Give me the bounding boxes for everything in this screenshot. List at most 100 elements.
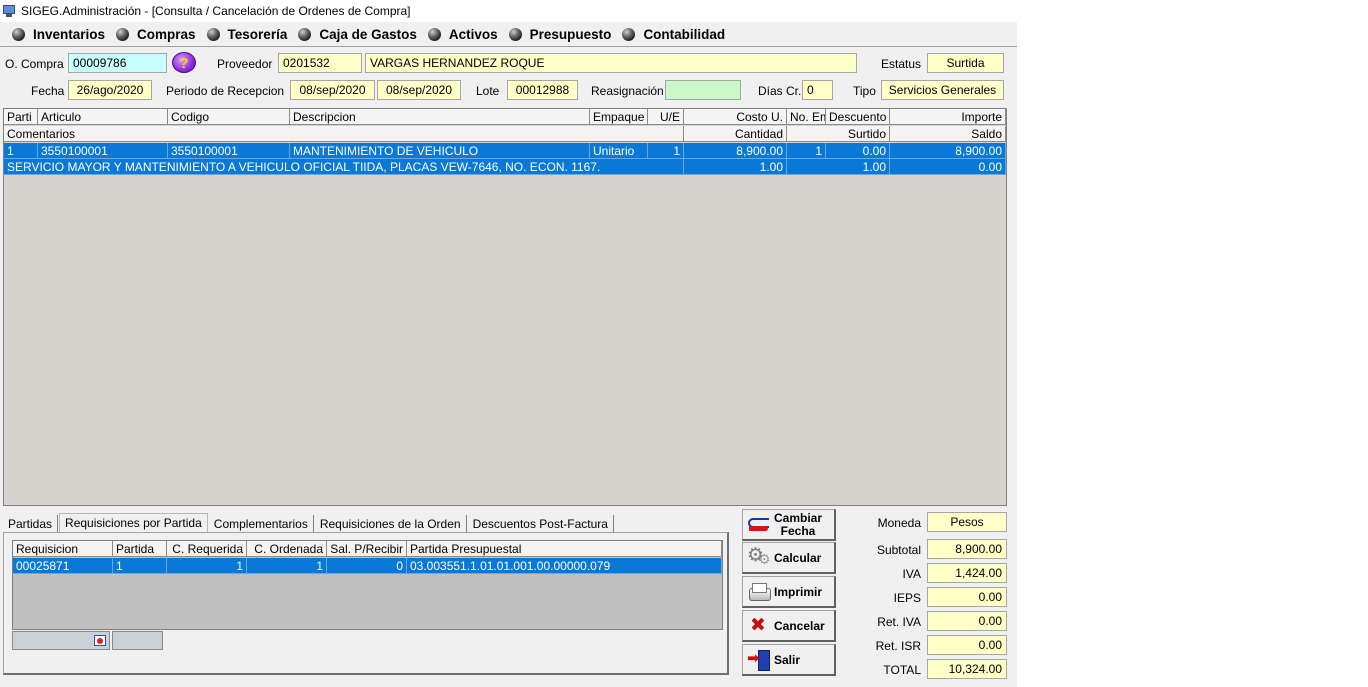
col-header-req-partida[interactable]: Partida	[113, 541, 167, 557]
col-header-saldo[interactable]: Saldo	[890, 126, 1006, 142]
cell-codigo: 3550100001	[168, 143, 290, 159]
fecha-label: Fecha	[31, 84, 65, 98]
col-header-ue[interactable]: U/E	[648, 109, 684, 125]
periodo-recepcion-label: Periodo de Recepcion	[166, 84, 285, 98]
moneda-field: Pesos	[927, 512, 1007, 532]
calcular-button[interactable]: Calcular	[742, 542, 836, 574]
proveedor-code-field[interactable]: 0201532	[278, 53, 362, 73]
proveedor-label: Proveedor	[217, 57, 273, 71]
title-bar: SIGEG.Administración - [Consulta / Cance…	[0, 0, 1017, 22]
imprimir-label: Imprimir	[774, 584, 823, 599]
tab-complementarios[interactable]: Complementarios	[209, 515, 314, 533]
tab-panel: Requisicion Partida C. Requerida C. Orde…	[3, 532, 729, 675]
grid-header-row: Parti Articulo Codigo Descripcion Empaqu…	[4, 109, 1006, 125]
table-row[interactable]: 1 3550100001 3550100001 MANTENIMIENTO DE…	[4, 143, 1006, 159]
col-header-partida-presupuestal[interactable]: Partida Presupuestal	[407, 541, 722, 557]
app-window: SIGEG.Administración - [Consulta / Cance…	[0, 0, 1017, 687]
menu-bullet-icon	[508, 28, 522, 41]
cell-saldo: 0.00	[890, 159, 1006, 175]
col-header-c-ordenada[interactable]: C. Ordenada	[247, 541, 327, 557]
cell-comentarios: SERVICIO MAYOR Y MANTENIMIENTO A VEHICUL…	[4, 159, 684, 175]
menu-compras[interactable]: Compras	[116, 27, 196, 42]
cell-c-ordenada: 1	[247, 558, 327, 574]
menu-bullet-icon	[427, 28, 441, 41]
imprimir-button[interactable]: Imprimir	[742, 576, 836, 608]
col-header-sal-recibir[interactable]: Sal. P/Recibir	[327, 541, 407, 557]
menu-bullet-icon	[116, 28, 130, 41]
menu-caja-de-gastos[interactable]: Caja de Gastos	[298, 27, 417, 42]
menu-inventarios[interactable]: Inventarios	[12, 27, 105, 42]
menu-contabilidad[interactable]: Contabilidad	[622, 27, 725, 42]
grid-header-row-2: Comentarios Cantidad Surtido Saldo	[4, 126, 1006, 142]
col-header-comentarios[interactable]: Comentarios	[4, 126, 684, 142]
tipo-label: Tipo	[853, 84, 876, 98]
col-header-no-emp[interactable]: No. Emp.	[787, 109, 826, 125]
help-icon[interactable]: ?	[172, 52, 196, 73]
col-header-descuento[interactable]: Descuento	[826, 109, 890, 125]
tab-partidas[interactable]: Partidas	[3, 515, 59, 533]
menu-bullet-icon	[622, 28, 636, 41]
cambiar-fecha-button[interactable]: Cambiar Fecha	[742, 509, 836, 541]
req-header-row: Requisicion Partida C. Requerida C. Orde…	[13, 541, 722, 557]
dias-credito-label: Días Cr.	[758, 84, 802, 98]
ret-isr-field: 0.00	[927, 635, 1007, 655]
col-header-importe[interactable]: Importe	[890, 109, 1006, 125]
menu-tesoreria[interactable]: Tesorería	[206, 27, 287, 42]
col-header-descripcion[interactable]: Descripcion	[290, 109, 590, 125]
cell-sal-recibir: 0	[327, 558, 407, 574]
ret-isr-label: Ret. ISR	[875, 639, 921, 653]
requisiciones-grid[interactable]: Requisicion Partida C. Requerida C. Orde…	[12, 540, 723, 630]
col-header-codigo[interactable]: Codigo	[168, 109, 290, 125]
items-grid[interactable]: Parti Articulo Codigo Descripcion Empaqu…	[3, 108, 1007, 506]
col-header-cantidad[interactable]: Cantidad	[684, 126, 787, 142]
cancelar-button[interactable]: Cancelar	[742, 610, 836, 642]
subtotal-label: Subtotal	[876, 543, 921, 557]
col-header-partida[interactable]: Parti	[4, 109, 38, 125]
gears-icon	[747, 544, 771, 569]
table-row[interactable]: 00025871 1 1 1 0 03.003551.1.01.01.001.0…	[13, 558, 722, 574]
tipo-field: Servicios Generales	[881, 80, 1004, 100]
col-header-c-requerida[interactable]: C. Requerida	[167, 541, 247, 557]
menu-presupuesto[interactable]: Presupuesto	[508, 27, 611, 42]
fecha-field: 26/ago/2020	[68, 80, 152, 100]
computer-icon	[2, 4, 16, 18]
periodo-hasta-field: 08/sep/2020	[377, 80, 461, 100]
total-field: 10,324.00	[927, 659, 1007, 679]
cell-importe: 8,900.00	[890, 143, 1006, 159]
tab-requisiciones-de-la-orden[interactable]: Requisiciones de la Orden	[315, 515, 467, 533]
cell-ue: 1	[648, 143, 684, 159]
status-panel	[12, 631, 110, 650]
col-header-articulo[interactable]: Articulo	[38, 109, 168, 125]
cell-c-requerida: 1	[167, 558, 247, 574]
ret-iva-label: Ret. IVA	[877, 615, 921, 629]
record-icon[interactable]	[94, 635, 106, 646]
cell-surtido: 1.00	[787, 159, 890, 175]
iva-label: IVA	[902, 567, 921, 581]
cancelar-label: Cancelar	[774, 618, 825, 633]
col-header-costo[interactable]: Costo U.	[684, 109, 787, 125]
col-header-empaque[interactable]: Empaque	[590, 109, 648, 125]
col-header-requisicion[interactable]: Requisicion	[13, 541, 113, 557]
menu-activos[interactable]: Activos	[427, 27, 498, 42]
printer-icon	[747, 581, 771, 603]
salir-label: Salir	[774, 652, 801, 667]
status-panel-2	[112, 631, 163, 650]
total-label: TOTAL	[883, 663, 921, 677]
reasignacion-field[interactable]	[665, 80, 741, 100]
tab-descuentos-post-factura[interactable]: Descuentos Post-Factura	[468, 515, 614, 533]
ieps-label: IEPS	[893, 591, 921, 605]
subtotal-field: 8,900.00	[927, 539, 1007, 559]
exit-door-icon	[747, 649, 771, 671]
menu-bullet-icon	[12, 28, 25, 41]
table-row-comment[interactable]: SERVICIO MAYOR Y MANTENIMIENTO A VEHICUL…	[4, 159, 1006, 175]
salir-button[interactable]: Salir	[742, 644, 836, 676]
menu-bullet-icon	[206, 28, 220, 41]
periodo-desde-field: 08/sep/2020	[290, 80, 375, 100]
cell-partida-presupuestal: 03.003551.1.01.01.001.00.00000.079	[407, 558, 722, 574]
estatus-label: Estatus	[881, 57, 922, 71]
orden-compra-field[interactable]: 00009786	[68, 53, 167, 73]
col-header-surtido[interactable]: Surtido	[787, 126, 890, 142]
cell-no-emp: 1	[787, 143, 826, 159]
tab-requisiciones-por-partida[interactable]: Requisiciones por Partida	[59, 513, 208, 533]
menu-bullet-icon	[298, 28, 312, 41]
